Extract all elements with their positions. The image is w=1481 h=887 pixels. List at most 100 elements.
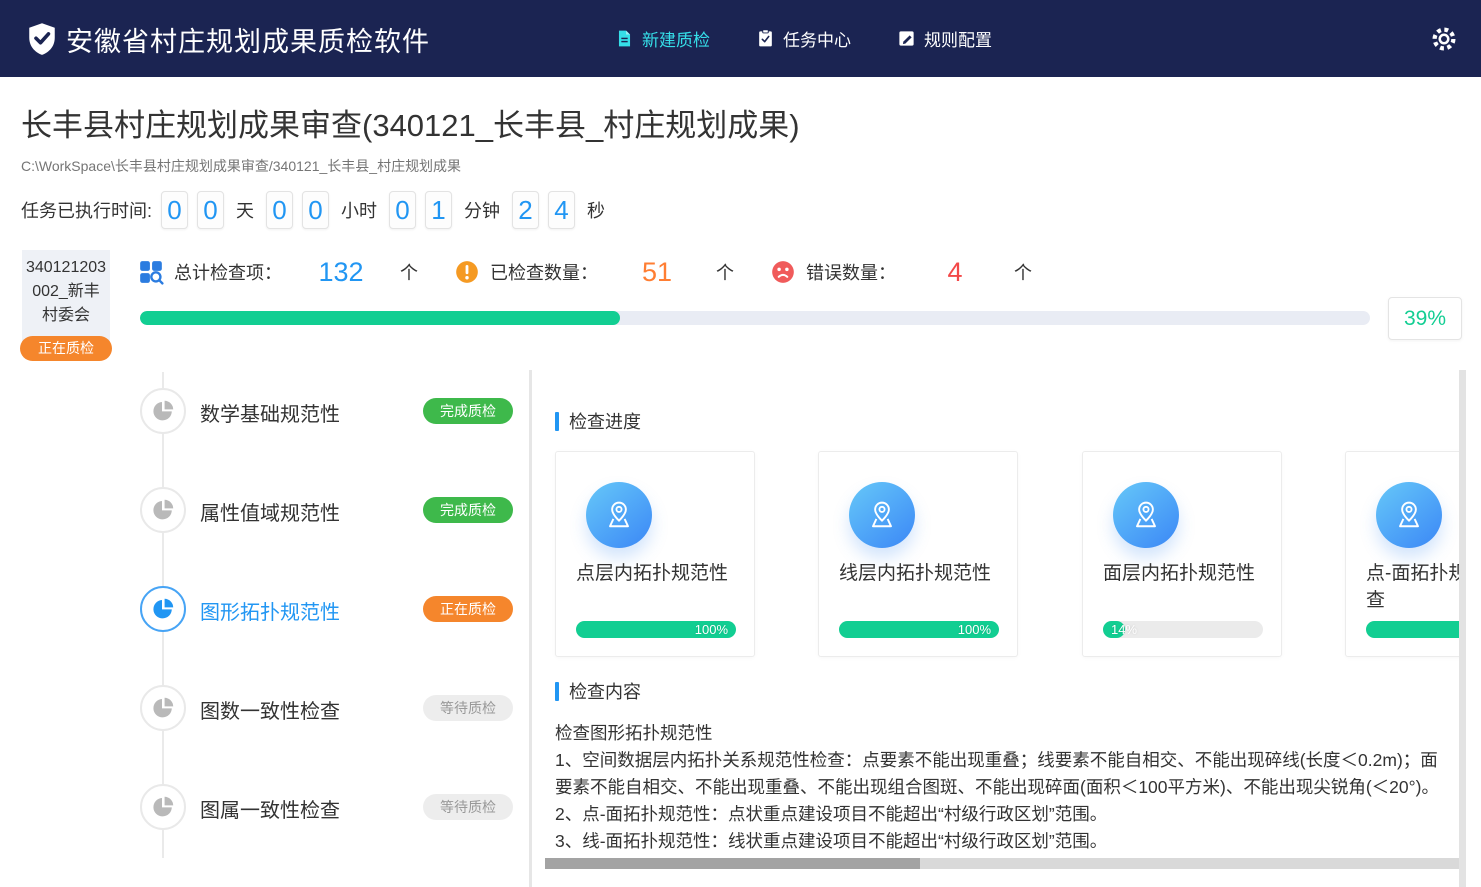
settings-gear-icon[interactable] (1429, 24, 1459, 54)
page-title: 长丰县村庄规划成果审查(340121_长丰县_村庄规划成果) (21, 100, 800, 145)
check-content-text: 检查图形拓扑规范性 1、空间数据层内拓扑关系规范性检查：点要素不能出现重叠；线要… (555, 720, 1451, 855)
timer-digit: 4 (548, 191, 575, 229)
timer-unit: 秒 (587, 197, 605, 223)
card-label: 面层内拓扑规范性 (1103, 560, 1267, 587)
overall-percent-box: 39% (1388, 297, 1462, 340)
nav-menu: 新建质检 任务中心 规则配置 (615, 0, 992, 77)
clipboard-check-icon (756, 29, 775, 48)
check-status-badge: 等待质检 (423, 794, 513, 820)
map-pin-icon (849, 482, 915, 548)
stat-unit: 个 (1014, 259, 1054, 285)
check-item-label: 属性值域规范性 (200, 497, 340, 526)
map-pin-icon (1376, 482, 1442, 548)
workspace-path: C:\WorkSpace\长丰县村庄规划成果审查/340121_长丰县_村庄规划… (21, 156, 461, 176)
nav-item-label: 规则配置 (924, 26, 992, 51)
overall-progress-fill (140, 311, 620, 325)
content-section-header: 检查内容 (555, 678, 641, 704)
pie-chart-icon (140, 784, 186, 830)
timer-digit: 1 (425, 191, 452, 229)
timer-unit: 小时 (341, 197, 377, 223)
card-progress-fill (1366, 621, 1459, 638)
timer-digit: 0 (161, 191, 188, 229)
progress-section-header: 检查进度 (555, 408, 641, 434)
section-title: 检查内容 (569, 678, 641, 704)
sad-face-icon (770, 259, 796, 285)
stat-label: 错误数量： (806, 259, 896, 285)
card-label: 线层内拓扑规范性 (839, 560, 1003, 587)
nav-item-task-center[interactable]: 任务中心 (756, 26, 851, 51)
pen-square-icon (897, 29, 916, 48)
stat-value-checked: 51 (598, 257, 716, 288)
nav-item-rule-config[interactable]: 规则配置 (897, 26, 992, 51)
stat-unit: 个 (716, 259, 756, 285)
document-icon (615, 29, 634, 48)
timer-label: 任务已执行时间: (21, 197, 152, 223)
progress-card-point-polygon: 点-面拓扑规范性检查 100% (1345, 451, 1459, 657)
check-item-math-basis[interactable]: 数学基础规范性 完成质检 (140, 388, 513, 434)
vertical-scrollbar[interactable] (1459, 370, 1466, 887)
content-line: 3、线-面拓扑规范性：线状重点建设项目不能超出“村级行政区划”范围。 (555, 828, 1451, 855)
detail-panel: 检查进度 点层内拓扑规范性 100% 线层内拓扑规范性 1 (540, 370, 1459, 887)
check-item-graphic-topology[interactable]: 图形拓扑规范性 正在质检 (140, 586, 513, 632)
grid-search-icon (138, 259, 164, 285)
pie-chart-icon (140, 388, 186, 434)
nav-item-label: 任务中心 (783, 26, 851, 51)
timer-digit: 0 (302, 191, 329, 229)
stats-row: 总计检查项： 132 个 已检查数量： 51 个 错误数量： 4 个 (138, 253, 1068, 291)
content-line: 2、点-面拓扑规范性：点状重点建设项目不能超出“村级行政区划”范围。 (555, 801, 1451, 828)
timer-digit: 0 (266, 191, 293, 229)
check-item-graph-number-consistency[interactable]: 图数一致性检查 等待质检 (140, 685, 513, 731)
progress-card-polygon-layer: 面层内拓扑规范性 14% (1082, 451, 1282, 657)
card-progress-bar: 100% (576, 621, 736, 638)
card-progress-bar: 14% (1103, 621, 1263, 638)
card-progress-label: 14% (1111, 621, 1137, 638)
timer-digit: 0 (389, 191, 416, 229)
content-line: 检查图形拓扑规范性 (555, 720, 1451, 747)
map-pin-icon (1113, 482, 1179, 548)
card-label: 点层内拓扑规范性 (576, 560, 740, 587)
section-accent-bar (555, 412, 559, 431)
progress-card-line-layer: 线层内拓扑规范性 100% (818, 451, 1018, 657)
timer-unit: 天 (236, 197, 254, 223)
timer-unit: 分钟 (464, 197, 500, 223)
warning-circle-icon (454, 259, 480, 285)
check-status-badge: 完成质检 (423, 398, 513, 424)
section-accent-bar (555, 682, 559, 701)
timer-digit: 0 (197, 191, 224, 229)
app-title: 安徽省村庄规划成果质检软件 (66, 20, 430, 59)
horizontal-scrollbar-thumb[interactable] (545, 858, 920, 869)
card-label: 点-面拓扑规范性检查 (1366, 560, 1459, 614)
progress-card-point-layer: 点层内拓扑规范性 100% (555, 451, 755, 657)
check-item-attribute-domain[interactable]: 属性值域规范性 完成质检 (140, 487, 513, 533)
horizontal-scrollbar[interactable] (545, 858, 1459, 869)
column-divider (529, 370, 532, 887)
check-status-badge: 正在质检 (423, 596, 513, 622)
check-status-badge: 等待质检 (423, 695, 513, 721)
card-progress-bar: 100% (839, 621, 999, 638)
check-item-label: 图形拓扑规范性 (200, 596, 340, 625)
section-title: 检查进度 (569, 408, 641, 434)
check-item-label: 图属一致性检查 (200, 794, 340, 823)
task-status-badge: 正在质检 (20, 336, 112, 361)
card-progress-bar: 100% (1366, 621, 1459, 638)
stat-label: 已检查数量： (490, 259, 598, 285)
nav-item-new-task[interactable]: 新建质检 (615, 26, 710, 51)
timer-digit: 2 (512, 191, 539, 229)
shield-logo-icon (24, 21, 60, 57)
nav-item-label: 新建质检 (642, 26, 710, 51)
check-item-label: 数学基础规范性 (200, 398, 340, 427)
overall-progress-bar (140, 311, 1370, 325)
task-timer: 任务已执行时间: 0 0 天 0 0 小时 0 1 分钟 2 4 秒 (21, 190, 608, 230)
navbar: 安徽省村庄规划成果质检软件 新建质检 任务中心 (0, 0, 1481, 77)
stat-unit: 个 (400, 259, 440, 285)
check-item-label: 图数一致性检查 (200, 695, 340, 724)
pie-chart-icon (140, 487, 186, 533)
stat-value-total: 132 (282, 257, 400, 288)
pie-chart-icon (140, 586, 186, 632)
check-item-graph-attribute-consistency[interactable]: 图属一致性检查 等待质检 (140, 784, 513, 830)
check-status-badge: 完成质检 (423, 497, 513, 523)
card-progress-label: 100% (958, 621, 991, 638)
map-pin-icon (586, 482, 652, 548)
stat-label: 总计检查项： (174, 259, 282, 285)
pie-chart-icon (140, 685, 186, 731)
